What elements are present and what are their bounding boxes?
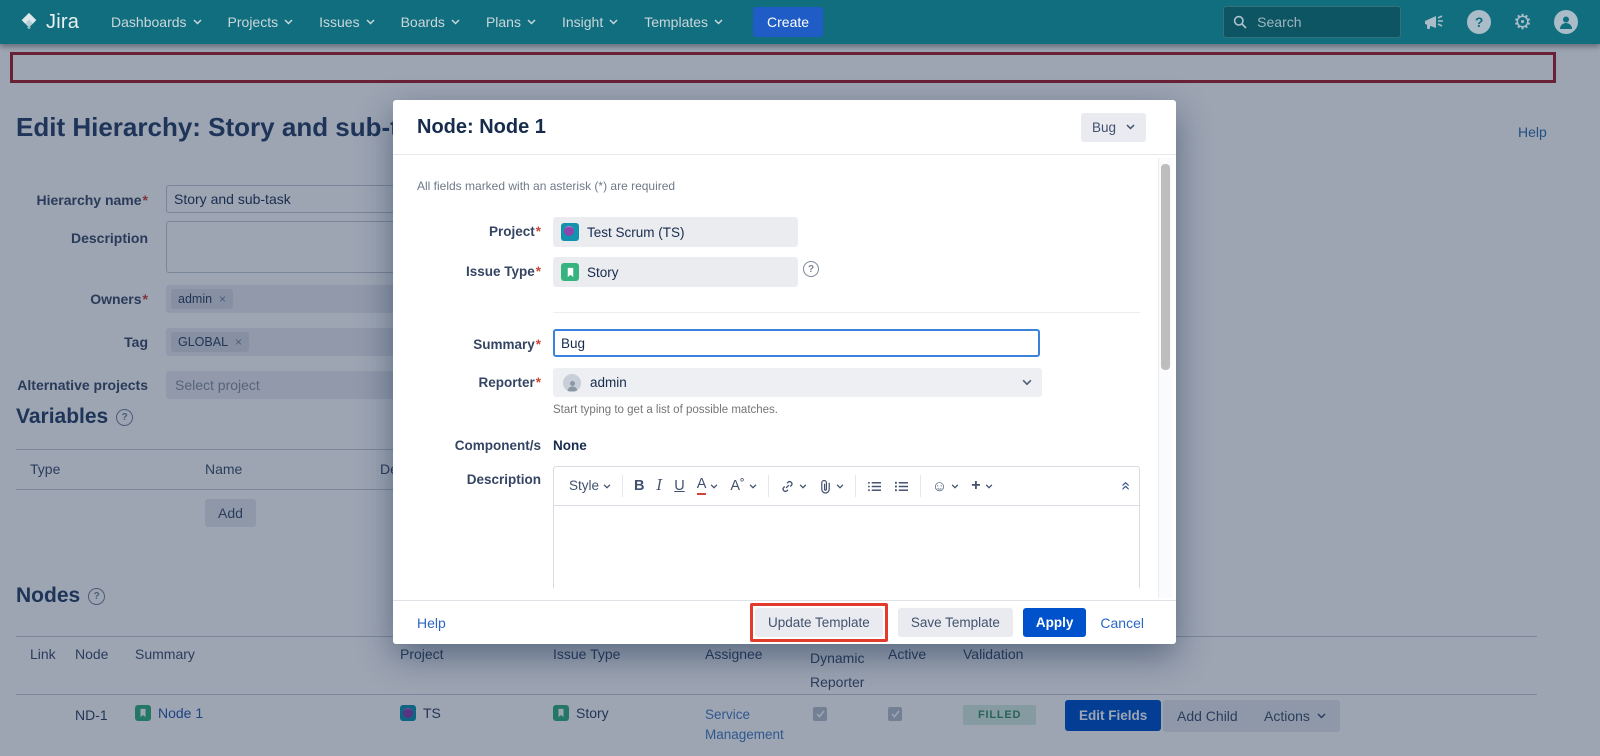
toolbar-separator <box>622 475 623 497</box>
app-root: Jira Dashboards Projects Issues Boards P… <box>0 0 1600 756</box>
text-formatting-icon[interactable]: A˚ <box>724 479 763 494</box>
issue-type-help-icon[interactable]: ? <box>803 261 819 277</box>
insert-more-icon[interactable]: + <box>965 478 998 494</box>
announcements-icon[interactable] <box>1423 12 1445 32</box>
dialog-footer: Help Update Template Save Template Apply… <box>393 600 1176 644</box>
reporter-select[interactable]: admin <box>553 368 1042 397</box>
chevron-down-icon <box>603 484 611 489</box>
description-field-label: Description <box>393 472 541 487</box>
dialog-scrollbar-track <box>1158 158 1172 598</box>
style-dropdown[interactable]: Style <box>563 479 617 493</box>
search-input[interactable] <box>1255 13 1369 31</box>
help-icon[interactable]: ? <box>1467 10 1491 34</box>
italic-icon[interactable]: I <box>651 479 669 494</box>
toolbar-separator <box>768 475 769 497</box>
chevron-down-icon <box>749 484 757 489</box>
nav-item-insight[interactable]: Insight <box>562 14 618 30</box>
reporter-hint: Start typing to get a list of possible m… <box>553 404 778 416</box>
dialog-header: Node: Node 1 Bug <box>393 100 1176 155</box>
chevron-down-icon <box>284 19 293 25</box>
dialog-footer-buttons: Update Template Save Template Apply Canc… <box>750 603 1144 642</box>
nav-item-dashboards[interactable]: Dashboards <box>111 14 202 30</box>
update-template-highlight: Update Template <box>750 603 888 642</box>
chevron-down-icon <box>193 19 202 25</box>
update-template-button[interactable]: Update Template <box>755 608 883 637</box>
required-fields-note: All fields marked with an asterisk (*) a… <box>417 179 675 193</box>
components-value: None <box>553 438 587 453</box>
search-icon <box>1233 15 1247 29</box>
chevron-down-icon <box>451 19 460 25</box>
chevron-down-icon <box>1126 124 1135 130</box>
link-icon[interactable] <box>774 479 813 494</box>
components-label: Component/s <box>393 438 541 453</box>
project-field: Test Scrum (TS) <box>553 217 798 247</box>
issue-type-dropdown[interactable]: Bug <box>1081 113 1146 142</box>
dialog-help-link[interactable]: Help <box>417 615 446 631</box>
toolbar-separator <box>920 475 921 497</box>
chevron-down-icon <box>799 484 807 489</box>
nav-menu: Dashboards Projects Issues Boards Plans … <box>111 14 723 30</box>
editor-toolbar: Style B I U A A˚ <box>554 467 1139 506</box>
jira-brand-text: Jira <box>46 11 79 34</box>
chevron-down-icon <box>609 19 618 25</box>
chevron-down-icon <box>714 19 723 25</box>
apply-button[interactable]: Apply <box>1023 608 1087 637</box>
reporter-label: Reporter* <box>393 375 541 390</box>
text-color-icon[interactable]: A <box>691 477 725 495</box>
jira-logo-icon <box>18 11 40 33</box>
nav-item-plans[interactable]: Plans <box>486 14 536 30</box>
story-icon <box>561 263 579 281</box>
gear-icon[interactable]: ⚙ <box>1513 12 1532 33</box>
top-navigation-bar: Jira Dashboards Projects Issues Boards P… <box>0 0 1600 44</box>
bullet-list-icon[interactable] <box>861 480 888 493</box>
chevron-down-icon <box>527 19 536 25</box>
nav-item-projects[interactable]: Projects <box>228 14 294 30</box>
summary-input[interactable] <box>553 329 1040 357</box>
jira-logo[interactable]: Jira <box>18 11 79 34</box>
dialog-scrollbar-thumb[interactable] <box>1161 164 1170 370</box>
chevron-down-icon <box>836 484 844 489</box>
node-edit-dialog: Node: Node 1 Bug All fields marked with … <box>393 100 1176 644</box>
avatar[interactable] <box>1554 10 1578 34</box>
user-avatar-icon <box>563 374 581 392</box>
bold-icon[interactable]: B <box>628 479 650 494</box>
chevron-down-icon <box>951 484 959 489</box>
chevron-down-icon <box>985 484 993 489</box>
project-label: Project* <box>393 224 541 239</box>
nav-item-boards[interactable]: Boards <box>401 14 460 30</box>
chevron-down-icon <box>710 484 718 489</box>
chevron-down-icon <box>1022 379 1032 386</box>
description-editor-content[interactable] <box>554 506 1139 590</box>
nav-item-issues[interactable]: Issues <box>319 14 374 30</box>
global-search[interactable] <box>1223 6 1401 38</box>
description-editor: Style B I U A A˚ <box>553 466 1140 590</box>
create-button[interactable]: Create <box>753 7 823 37</box>
chevron-down-icon <box>366 19 375 25</box>
dialog-title: Node: Node 1 <box>417 116 546 139</box>
issue-type-label: Issue Type* <box>393 264 541 279</box>
underline-icon[interactable]: U <box>668 479 690 494</box>
project-avatar-icon <box>561 223 579 241</box>
cancel-link[interactable]: Cancel <box>1100 615 1144 631</box>
nav-right-controls: ? ⚙ <box>1223 6 1578 38</box>
summary-label: Summary* <box>393 337 541 352</box>
divider <box>553 312 1140 313</box>
numbered-list-icon[interactable] <box>888 480 915 493</box>
nav-item-templates[interactable]: Templates <box>644 14 723 30</box>
issue-type-field: Story <box>553 257 798 287</box>
emoji-icon[interactable]: ☺ <box>926 479 965 494</box>
toolbar-separator <box>855 475 856 497</box>
save-template-button[interactable]: Save Template <box>898 608 1013 637</box>
collapse-toolbar-icon[interactable]: « <box>1117 482 1135 491</box>
attachment-icon[interactable] <box>813 479 850 494</box>
